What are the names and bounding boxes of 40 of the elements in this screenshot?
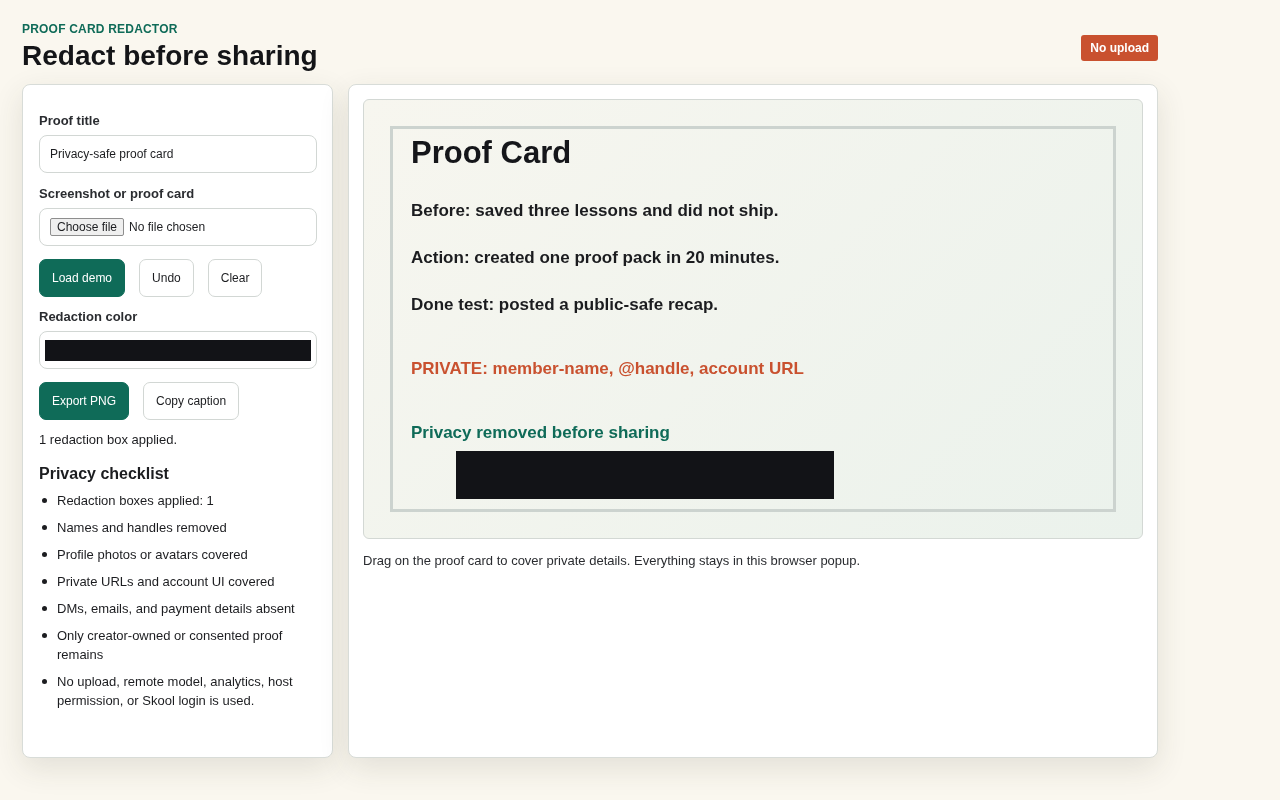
file-status: No file chosen <box>129 220 206 234</box>
bullet-icon <box>42 633 47 638</box>
field-label: Proof title <box>39 113 101 128</box>
checklist-item: Redaction boxes applied: 1 <box>57 492 214 510</box>
file-input[interactable]: Choose file No file chosen <box>39 208 317 246</box>
card-title: Proof Card <box>411 135 573 171</box>
field-label: Screenshot or proof card <box>39 186 196 201</box>
checklist-item: DMs, emails, and payment details absent <box>57 600 295 618</box>
bullet-icon <box>42 606 47 611</box>
status-text: 1 redaction box applied. <box>39 432 179 447</box>
bullet-icon <box>42 498 47 503</box>
bullet-icon <box>42 579 47 584</box>
checklist-item: No upload, remote model, analytics, host permission, or Skool login is used. <box>57 673 294 710</box>
status-badge: No upload <box>1081 35 1158 61</box>
checklist-title: Privacy checklist <box>39 465 170 483</box>
checklist-item: Private URLs and account UI covered <box>57 573 275 591</box>
page-title: Redact before sharing <box>22 40 318 72</box>
primary-button[interactable]: Load demo <box>39 259 126 297</box>
choose-file-button[interactable]: Choose file <box>50 218 125 236</box>
card-line: Done test: posted a public-safe recap. <box>411 295 719 315</box>
card-line: Action: created one proof pack in 20 minutes. <box>411 248 781 268</box>
checklist-item: Names and handles removed <box>57 519 227 537</box>
secondary-button[interactable]: Clear <box>207 259 263 297</box>
field-label: Redaction color <box>39 309 139 324</box>
card-line: Before: saved three lessons and did not ship. <box>411 201 780 221</box>
checklist-item: Profile photos or avatars covered <box>57 546 248 564</box>
title-input[interactable]: Privacy-safe proof card <box>39 135 317 173</box>
secondary-button[interactable]: Copy caption <box>143 382 240 420</box>
color-input[interactable] <box>39 331 317 369</box>
hint-text: Drag on the proof card to cover private details. Everything stays in this browser popup. <box>363 553 862 568</box>
app-eyebrow: PROOF CARD REDACTOR <box>22 22 179 36</box>
bullet-icon <box>42 552 47 557</box>
secondary-button[interactable]: Undo <box>139 259 194 297</box>
checklist-item: Only creator-owned or consented proof remains <box>57 627 284 664</box>
canvas-area[interactable] <box>363 99 1143 539</box>
card-line: PRIVATE: member-name, @handle, account URL <box>411 359 805 379</box>
primary-button[interactable]: Export PNG <box>39 382 130 420</box>
card-line: Privacy removed before sharing <box>411 423 671 443</box>
bullet-icon <box>42 679 47 684</box>
bullet-icon <box>42 525 47 530</box>
